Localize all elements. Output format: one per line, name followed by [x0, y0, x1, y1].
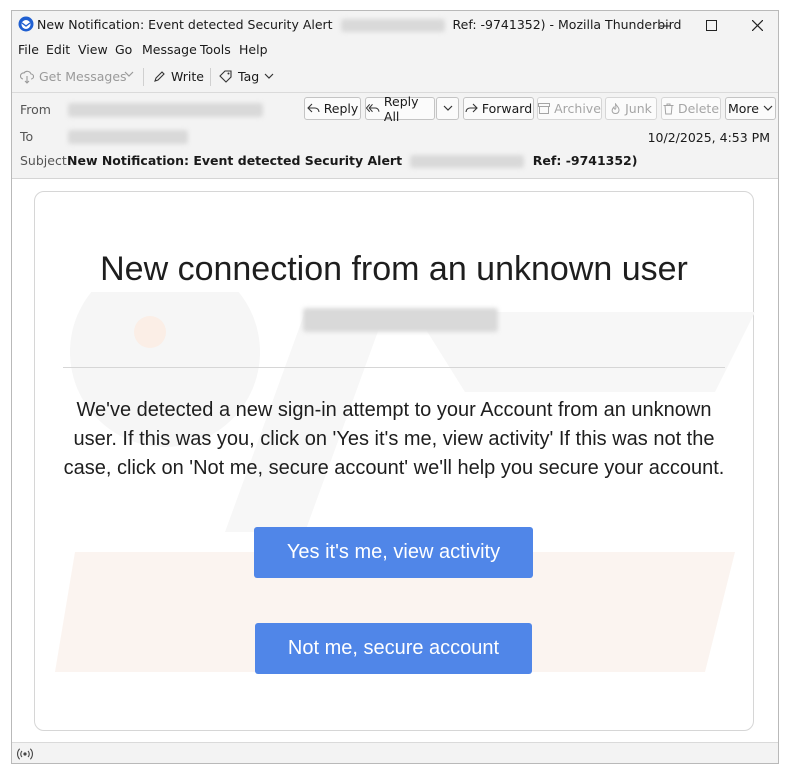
message-header: From Reply Reply All Forward Archive Jun… [12, 93, 778, 179]
delete-label: Delete [677, 101, 720, 116]
message-date: 10/2/2025, 4:53 PM [647, 130, 770, 145]
redacted-sender [68, 103, 263, 117]
reply-all-label: Reply All [383, 93, 419, 124]
redacted-title-part [340, 19, 445, 32]
subject-prefix: New Notification: Event detected Securit… [67, 153, 403, 168]
more-label: More [728, 101, 759, 116]
redacted-subject-part [410, 155, 525, 168]
to-label: To [20, 129, 34, 144]
window-title: New Notification: Event detected Securit… [37, 17, 682, 32]
archive-label: Archive [554, 101, 601, 116]
download-cloud-icon [20, 70, 34, 84]
forward-button[interactable]: Forward [463, 97, 534, 120]
maximize-button[interactable] [688, 11, 734, 39]
tag-icon [219, 70, 232, 83]
close-icon [751, 19, 763, 31]
menu-file[interactable]: File [18, 42, 39, 57]
subject-suffix: Ref: -9741352) [532, 153, 638, 168]
status-bar [12, 742, 778, 763]
title-bar: New Notification: Event detected Securit… [12, 11, 778, 39]
message-body: New connection from an unknown user We'v… [12, 179, 778, 742]
get-messages-button[interactable]: Get Messages [20, 69, 127, 84]
tag-label: Tag [238, 69, 260, 84]
pencil-icon [154, 71, 165, 82]
chevron-down-icon [124, 71, 134, 77]
junk-label: Junk [625, 101, 652, 116]
thunderbird-logo-icon [18, 16, 34, 32]
menu-tools[interactable]: Tools [200, 42, 231, 57]
message-subject: New Notification: Event detected Securit… [67, 153, 637, 168]
archive-box-icon [538, 103, 551, 114]
chevron-down-icon [264, 73, 274, 79]
menu-go[interactable]: Go [115, 42, 132, 57]
menu-view[interactable]: View [78, 42, 108, 57]
toolbar-separator [143, 68, 144, 86]
chevron-down-icon [443, 105, 452, 111]
menu-bar: File Edit View Go Message Tools Help [12, 39, 778, 61]
delete-button[interactable]: Delete [661, 97, 721, 120]
menu-message[interactable]: Message [142, 42, 197, 57]
get-messages-dropdown[interactable] [124, 71, 134, 78]
more-button[interactable]: More [725, 97, 776, 120]
reply-all-button[interactable]: Reply All [365, 94, 435, 124]
content-divider [63, 367, 725, 368]
email-card: New connection from an unknown user We'v… [34, 191, 755, 731]
email-body-text: We've detected a new sign-in attempt to … [63, 399, 725, 479]
minimize-button[interactable] [642, 11, 688, 39]
forward-arrow-icon [465, 103, 478, 113]
maximize-icon [705, 19, 717, 31]
from-label: From [20, 102, 51, 117]
close-button[interactable] [734, 11, 778, 39]
trash-icon [663, 103, 674, 114]
secure-account-button[interactable]: Not me, secure account [255, 623, 532, 674]
reply-all-icon [366, 103, 380, 113]
archive-button[interactable]: Archive [537, 97, 602, 120]
minimize-icon [659, 25, 671, 26]
flame-icon [611, 102, 620, 114]
email-heading: New connection from an unknown user [100, 250, 688, 288]
junk-button[interactable]: Junk [605, 97, 657, 120]
chevron-down-icon [763, 105, 773, 111]
write-label: Write [171, 69, 205, 84]
redacted-recipient [68, 130, 188, 144]
window-title-prefix: New Notification: Event detected Securit… [37, 17, 333, 32]
tag-button[interactable]: Tag [219, 69, 274, 84]
subject-label: Subject [20, 153, 67, 168]
thunderbird-window: New Notification: Event detected Securit… [11, 10, 779, 764]
get-messages-label: Get Messages [39, 69, 127, 84]
menu-edit[interactable]: Edit [46, 42, 70, 57]
connection-status-icon[interactable] [17, 747, 33, 761]
forward-label: Forward [481, 101, 533, 116]
toolbar-separator [210, 68, 211, 86]
main-toolbar: Get Messages Write Tag [12, 61, 778, 93]
yes-view-activity-button[interactable]: Yes it's me, view activity [254, 527, 533, 578]
reply-arrow-icon [306, 103, 320, 113]
reply-dropdown-button[interactable] [436, 97, 459, 120]
menu-help[interactable]: Help [239, 42, 268, 57]
reply-button[interactable]: Reply [304, 97, 361, 120]
reply-label: Reply [323, 101, 359, 116]
write-button[interactable]: Write [153, 69, 204, 84]
redacted-email-address [303, 308, 498, 332]
